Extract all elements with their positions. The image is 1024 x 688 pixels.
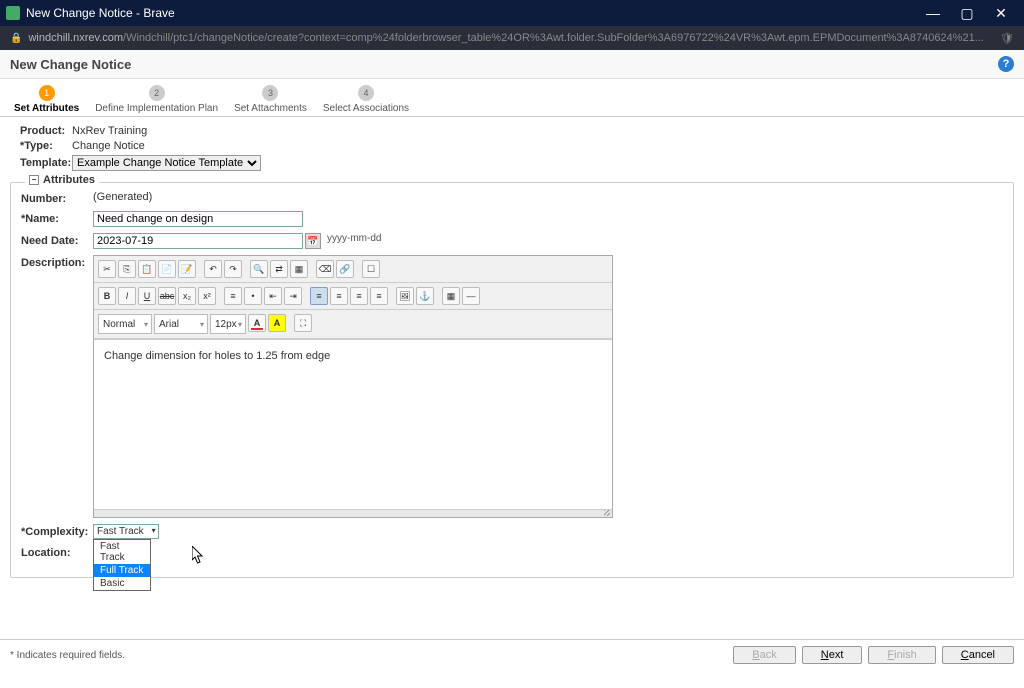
need-date-input[interactable] bbox=[93, 233, 303, 249]
italic-icon[interactable]: I bbox=[118, 287, 136, 305]
close-button[interactable]: ✕ bbox=[994, 6, 1008, 20]
product-value: NxRev Training bbox=[72, 125, 147, 137]
redo-icon[interactable]: ↷ bbox=[224, 260, 242, 278]
text-color-icon[interactable]: A bbox=[248, 314, 266, 332]
anchor-icon[interactable]: ⚓ bbox=[416, 287, 434, 305]
attributes-legend[interactable]: − Attributes bbox=[25, 174, 99, 186]
minimize-button[interactable]: — bbox=[926, 6, 940, 20]
next-button[interactable]: Next bbox=[802, 646, 863, 664]
window-titlebar: New Change Notice - Brave — ▢ ✕ bbox=[0, 0, 1024, 26]
bold-icon[interactable]: B bbox=[98, 287, 116, 305]
type-value: Change Notice bbox=[72, 140, 145, 152]
back-button[interactable]: Back bbox=[733, 646, 795, 664]
subscript-icon[interactable]: x₂ bbox=[178, 287, 196, 305]
complexity-dropdown: Fast Track Full Track Basic bbox=[93, 539, 151, 591]
outdent-icon[interactable]: ⇤ bbox=[264, 287, 282, 305]
align-left-icon[interactable]: ≡ bbox=[310, 287, 328, 305]
complexity-option-basic[interactable]: Basic bbox=[94, 577, 150, 590]
maximize-button[interactable]: ▢ bbox=[960, 6, 974, 20]
type-label: Type: bbox=[20, 140, 72, 152]
indent-icon[interactable]: ⇥ bbox=[284, 287, 302, 305]
location-label: Location: bbox=[21, 545, 93, 559]
underline-icon[interactable]: U bbox=[138, 287, 156, 305]
copy-icon[interactable]: ⎘ bbox=[118, 260, 136, 278]
complexity-select[interactable]: Fast Track bbox=[93, 524, 159, 539]
undo-icon[interactable]: ↶ bbox=[204, 260, 222, 278]
align-center-icon[interactable]: ≡ bbox=[330, 287, 348, 305]
page-title: New Change Notice bbox=[10, 57, 998, 72]
help-icon[interactable]: ? bbox=[998, 56, 1014, 72]
resize-handle[interactable] bbox=[94, 509, 612, 517]
find-icon[interactable]: 🔍 bbox=[250, 260, 268, 278]
attributes-fieldset: − Attributes Number: (Generated) Name: N… bbox=[10, 182, 1014, 578]
align-justify-icon[interactable]: ≡ bbox=[370, 287, 388, 305]
finish-button[interactable]: Finish bbox=[868, 646, 935, 664]
table-icon[interactable]: ▦ bbox=[442, 287, 460, 305]
app-icon bbox=[6, 6, 20, 20]
wizard-step-set-attributes[interactable]: 1 Set Attributes bbox=[10, 83, 83, 116]
rte-toolbar-row1: ✂ ⎘ 📋 📄 📝 ↶ ↷ 🔍 ⇄ ▦ ⌫ 🔗 ☐ bbox=[94, 256, 612, 283]
name-input[interactable] bbox=[93, 211, 303, 227]
hr-icon[interactable]: — bbox=[462, 287, 480, 305]
product-info: Product: NxRev Training Type: Change Not… bbox=[0, 117, 1024, 182]
url-text: windchill.nxrev.com/Windchill/ptc1/chang… bbox=[28, 32, 990, 44]
checkbox-icon[interactable]: ☐ bbox=[362, 260, 380, 278]
image-icon[interactable]: 🖼 bbox=[396, 287, 414, 305]
replace-icon[interactable]: ⇄ bbox=[270, 260, 288, 278]
wizard-step-set-attachments[interactable]: 3 Set Attachments bbox=[230, 83, 311, 116]
strike-icon[interactable]: abc bbox=[158, 287, 176, 305]
number-value: (Generated) bbox=[93, 191, 152, 203]
superscript-icon[interactable]: x² bbox=[198, 287, 216, 305]
ol-icon[interactable]: ≡ bbox=[224, 287, 242, 305]
maximize-editor-icon[interactable]: ⛶ bbox=[294, 314, 312, 332]
cancel-button[interactable]: Cancel bbox=[942, 646, 1014, 664]
product-label: Product: bbox=[20, 125, 72, 137]
wizard-step-select-associations[interactable]: 4 Select Associations bbox=[319, 83, 413, 116]
select-all-icon[interactable]: ▦ bbox=[290, 260, 308, 278]
description-content[interactable]: Change dimension for holes to 1.25 from … bbox=[94, 339, 612, 509]
wizard-step-define-implementation-plan[interactable]: 2 Define Implementation Plan bbox=[91, 83, 222, 116]
wizard-footer: * Indicates required fields. Back Next F… bbox=[0, 639, 1024, 670]
collapse-icon[interactable]: − bbox=[29, 175, 39, 185]
cut-icon[interactable]: ✂ bbox=[98, 260, 116, 278]
font-select[interactable]: Arial bbox=[154, 314, 208, 334]
paste-text-icon[interactable]: 📄 bbox=[158, 260, 176, 278]
complexity-label: Complexity: bbox=[21, 524, 93, 538]
number-label: Number: bbox=[21, 191, 93, 205]
page-header: New Change Notice ? bbox=[0, 50, 1024, 79]
wizard-steps: 1 Set Attributes 2 Define Implementation… bbox=[0, 79, 1024, 117]
complexity-option-fast-track[interactable]: Fast Track bbox=[94, 540, 150, 564]
url-bar[interactable]: 🔒 windchill.nxrev.com/Windchill/ptc1/cha… bbox=[0, 26, 1024, 50]
template-select[interactable]: Example Change Notice Template bbox=[72, 155, 261, 171]
rte-toolbar-row3: Normal Arial 12px A A ⛶ bbox=[94, 310, 612, 339]
window-title: New Change Notice - Brave bbox=[26, 6, 926, 20]
lock-icon: 🔒 bbox=[10, 33, 22, 44]
complexity-option-full-track[interactable]: Full Track bbox=[94, 564, 150, 577]
size-select[interactable]: 12px bbox=[210, 314, 246, 334]
align-right-icon[interactable]: ≡ bbox=[350, 287, 368, 305]
name-label: Name: bbox=[21, 211, 93, 225]
format-select[interactable]: Normal bbox=[98, 314, 152, 334]
rte-toolbar-row2: B I U abc x₂ x² ≡ • ⇤ ⇥ ≡ ≡ ≡ ≡ 🖼 ⚓ bbox=[94, 283, 612, 310]
ul-icon[interactable]: • bbox=[244, 287, 262, 305]
calendar-icon[interactable]: 📅 bbox=[305, 233, 321, 249]
rich-text-editor: ✂ ⎘ 📋 📄 📝 ↶ ↷ 🔍 ⇄ ▦ ⌫ 🔗 ☐ B I bbox=[93, 255, 613, 518]
bg-color-icon[interactable]: A bbox=[268, 314, 286, 332]
paste-icon[interactable]: 📋 bbox=[138, 260, 156, 278]
shield-icon[interactable]: 🛡 bbox=[1000, 32, 1014, 45]
need-date-label: Need Date: bbox=[21, 233, 93, 247]
description-label: Description: bbox=[21, 255, 93, 269]
remove-format-icon[interactable]: ⌫ bbox=[316, 260, 334, 278]
template-label: Template: bbox=[20, 157, 72, 169]
paste-word-icon[interactable]: 📝 bbox=[178, 260, 196, 278]
date-hint: yyyy-mm-dd bbox=[327, 233, 381, 244]
required-note: * Indicates required fields. bbox=[10, 650, 733, 661]
link-icon[interactable]: 🔗 bbox=[336, 260, 354, 278]
